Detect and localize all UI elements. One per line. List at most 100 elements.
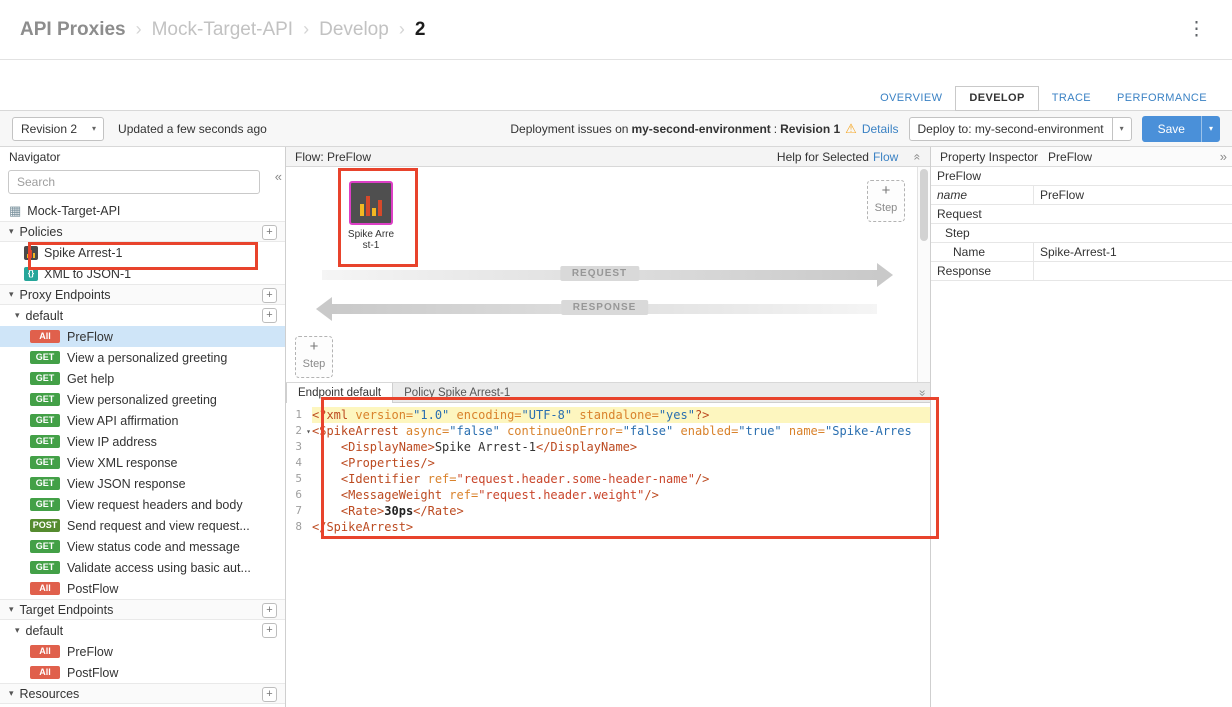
code-line[interactable]: 5 <Identifier ref="request.header.some-h… (286, 471, 930, 487)
caret-down-icon[interactable]: ▾ (9, 289, 14, 300)
nav-item-target-endpoints[interactable]: ▾Target Endpoints+ (0, 599, 285, 620)
code-line[interactable]: 7 <Rate>30ps</Rate> (286, 503, 930, 519)
caret-down-icon[interactable]: ▾ (15, 625, 20, 636)
nav-item-view-json-response[interactable]: GETView JSON response (0, 473, 285, 494)
add-button[interactable]: + (262, 288, 277, 303)
breadcrumb-proxy-name[interactable]: Mock-Target-API (152, 19, 293, 41)
flow-help-link[interactable]: Flow (873, 150, 898, 164)
nav-item-view-request-headers-and-body[interactable]: GETView request headers and body (0, 494, 285, 515)
property-inspector-panel: Property Inspector PreFlow » PreFlowname… (930, 147, 1232, 707)
caret-down-icon[interactable]: ▾ (9, 688, 14, 699)
breadcrumb-api-proxies[interactable]: API Proxies (20, 19, 126, 41)
tab-performance[interactable]: PERFORMANCE (1104, 87, 1220, 110)
nav-item-policies[interactable]: ▾Policies+ (0, 221, 285, 242)
nav-item-preflow[interactable]: AllPreFlow (0, 326, 285, 347)
inspector-row-name[interactable]: NameSpike-Arrest-1 (931, 243, 1232, 262)
inspector-row-response[interactable]: Response (931, 262, 1232, 281)
save-button[interactable]: Save (1142, 116, 1201, 142)
add-button[interactable]: + (262, 687, 277, 702)
inspector-row-value[interactable]: Spike-Arrest-1 (1034, 243, 1232, 261)
nav-item-view-personalized-greeting[interactable]: GETView personalized greeting (0, 389, 285, 410)
nav-item-spike-arrest-1[interactable]: Spike Arrest-1 (0, 242, 285, 263)
revision-select[interactable]: Revision 2 ▾ (12, 117, 104, 141)
flow-header: Flow: PreFlow Help for Selected Flow « (286, 147, 930, 167)
navigator-header: Navigator (0, 147, 285, 167)
nav-item-view-ip-address[interactable]: GETView IP address (0, 431, 285, 452)
inspector-row-label: Name (931, 243, 1034, 261)
caret-down-icon[interactable]: ▾ (9, 604, 14, 615)
inspector-row-preflow: PreFlow (931, 167, 1232, 186)
nav-item-view-xml-response[interactable]: GETView XML response (0, 452, 285, 473)
navigator-title: Navigator (9, 150, 60, 164)
breadcrumb-develop[interactable]: Develop (319, 19, 389, 41)
inspector-row-name[interactable]: namePreFlow (931, 186, 1232, 205)
tab-policy-spike-arrest[interactable]: Policy Spike Arrest-1 (393, 383, 521, 402)
code-token: </SpikeArrest> (312, 520, 413, 534)
scrollbar-thumb[interactable] (920, 169, 928, 241)
nav-item-default[interactable]: ▾default+ (0, 305, 285, 326)
details-link[interactable]: Details (862, 122, 899, 136)
code-line[interactable]: 6 <MessageWeight ref="request.header.wei… (286, 487, 930, 503)
code-token: continueOnError= (500, 424, 623, 438)
nav-item-default[interactable]: ▾default+ (0, 620, 285, 641)
inspector-row-value[interactable]: PreFlow (1034, 186, 1232, 204)
collapse-panel-icon[interactable]: « (275, 169, 282, 184)
code-line-content: <Rate>30ps</Rate> (312, 503, 930, 519)
flow-scrollbar[interactable] (917, 167, 930, 382)
property-inspector-header: Property Inspector PreFlow » (931, 147, 1232, 167)
nav-item-validate-access-using-basic-aut[interactable]: GETValidate access using basic aut... (0, 557, 285, 578)
breadcrumb-separator: › (303, 19, 309, 40)
step-button-label: Step (868, 201, 904, 215)
fold-arrow-icon[interactable]: ▾ (306, 424, 311, 440)
nav-item-postflow[interactable]: AllPostFlow (0, 578, 285, 599)
code-line[interactable]: 8</SpikeArrest> (286, 519, 930, 535)
code-token: <SpikeArrest (312, 424, 406, 438)
code-editor[interactable]: 1<?xml version="1.0" encoding="UTF-8" st… (286, 403, 930, 707)
nav-item-view-api-affirmation[interactable]: GETView API affirmation (0, 410, 285, 431)
nav-item-send-request-and-view-request[interactable]: POSTSend request and view request... (0, 515, 285, 536)
navigator-search (0, 167, 285, 200)
inspector-row-value[interactable] (1034, 262, 1232, 280)
nav-item-proxy-endpoints[interactable]: ▾Proxy Endpoints+ (0, 284, 285, 305)
save-dropdown-arrow[interactable]: ▾ (1201, 116, 1220, 142)
search-input[interactable] (8, 170, 260, 194)
code-line[interactable]: 1<?xml version="1.0" encoding="UTF-8" st… (286, 407, 930, 423)
navigator-tree: ▦Mock-Target-API▾Policies+Spike Arrest-1… (0, 200, 285, 707)
nav-item-get-help[interactable]: GETGet help (0, 368, 285, 389)
expand-editor-icon[interactable]: « (915, 390, 929, 397)
nav-item-view-a-personalized-greeting[interactable]: GETView a personalized greeting (0, 347, 285, 368)
tab-develop[interactable]: DEVELOP (955, 86, 1038, 111)
tab-endpoint-default[interactable]: Endpoint default (286, 383, 393, 403)
caret-down-icon[interactable]: ▾ (15, 310, 20, 321)
code-token: "false" (623, 424, 674, 438)
property-inspector-context: PreFlow (1048, 150, 1092, 164)
collapse-inspector-icon[interactable]: » (1220, 149, 1227, 164)
code-line[interactable]: 4 <Properties/> (286, 455, 930, 471)
nav-item-xml-to-json-1[interactable]: {}XML to JSON-1 (0, 263, 285, 284)
add-button[interactable]: + (262, 623, 277, 638)
nav-item-mock-target-api[interactable]: ▦Mock-Target-API (0, 200, 285, 221)
deployment-separator: : (774, 122, 777, 136)
code-token: name= (782, 424, 825, 438)
tab-trace[interactable]: TRACE (1039, 87, 1104, 110)
caret-down-icon[interactable]: ▾ (9, 226, 14, 237)
add-button[interactable]: + (262, 308, 277, 323)
code-line[interactable]: 2▾<SpikeArrest async="false" continueOnE… (286, 423, 930, 439)
nav-item-label: PostFlow (67, 666, 118, 680)
collapse-flow-icon[interactable]: « (911, 153, 925, 160)
nav-item-view-status-code-and-message[interactable]: GETView status code and message (0, 536, 285, 557)
add-step-button-top[interactable]: + Step (867, 180, 905, 222)
add-button[interactable]: + (262, 225, 277, 240)
flow-node-spike-arrest[interactable]: Spike Arrest-1 (338, 181, 404, 251)
code-line[interactable]: 3 <DisplayName>Spike Arrest-1</DisplayNa… (286, 439, 930, 455)
kebab-menu-icon[interactable]: ⋮ (1181, 18, 1212, 41)
nav-item-resources[interactable]: ▾Resources+ (0, 683, 285, 704)
updated-status: Updated a few seconds ago (118, 122, 267, 136)
nav-item-postflow[interactable]: AllPostFlow (0, 662, 285, 683)
chevron-down-icon[interactable]: ▾ (1112, 118, 1131, 140)
add-button[interactable]: + (262, 603, 277, 618)
add-step-button-bottom[interactable]: + Step (295, 336, 333, 378)
deploy-select[interactable]: Deploy to: my-second-environment ▾ (909, 117, 1132, 141)
tab-overview[interactable]: OVERVIEW (867, 87, 955, 110)
nav-item-preflow[interactable]: AllPreFlow (0, 641, 285, 662)
